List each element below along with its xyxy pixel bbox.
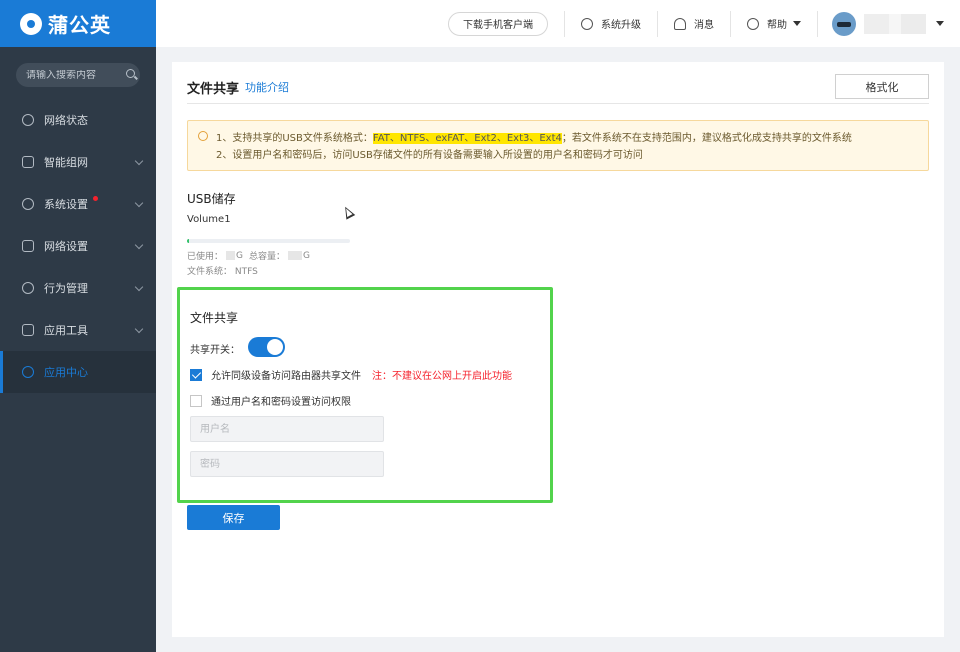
volume-name: Volume1 (187, 214, 231, 225)
share-toggle[interactable] (248, 337, 285, 357)
system-settings-icon (22, 198, 34, 210)
user-name-redacted[interactable] (864, 13, 926, 34)
sidebar-item-behavior-management[interactable]: 行为管理 (0, 267, 156, 309)
filesystem-value: NTFS (234, 267, 258, 277)
usage-progress-fill (187, 239, 189, 243)
page-title: 文件共享 (187, 82, 240, 97)
share-switch-label: 共享开关： (190, 345, 240, 356)
bell-icon (674, 17, 686, 30)
auth-label[interactable]: 通过用户名和密码设置访问权限 (211, 393, 351, 408)
sidebar-menu: 网络状态 智能组网 系统设置 网络设置 行为管理 应用工具 应用中心 (0, 99, 156, 393)
sidebar-item-label: 网络状态 (44, 114, 88, 127)
search-input[interactable] (26, 69, 126, 81)
logo-bar[interactable]: 蒲公英 (0, 0, 156, 47)
system-upgrade-button[interactable]: 系统升级 (565, 0, 657, 47)
usb-storage-title: USB储存 (187, 192, 236, 206)
behavior-management-icon (22, 282, 34, 294)
used-label: 已使用： (187, 252, 224, 262)
card-header: 文件共享 功能介绍 格式化 (187, 74, 929, 104)
app-tools-icon (22, 324, 34, 336)
sidebar-item-label: 应用工具 (44, 324, 88, 337)
allow-lan-row: 允许同级设备访问路由器共享文件 注：不建议在公网上开启此功能 (190, 367, 512, 382)
chevron-down-icon (134, 240, 144, 250)
sidebar-item-network-settings[interactable]: 网络设置 (0, 225, 156, 267)
auth-checkbox[interactable] (190, 394, 202, 407)
public-network-warning: 注：不建议在公网上开启此功能 (372, 371, 512, 382)
chevron-down-icon (134, 156, 144, 166)
messages-label: 消息 (694, 20, 714, 31)
sidebar-item-system-settings[interactable]: 系统设置 (0, 183, 156, 225)
password-field[interactable] (190, 451, 384, 477)
notice-line-1-prefix: 1、支持共享的USB文件系统格式： (216, 133, 373, 144)
allow-lan-checkbox[interactable] (190, 368, 202, 381)
usage-info: 已使用： G 总容量： G (187, 249, 310, 263)
top-bar: 下载手机客户端 系统升级 消息 帮助 (156, 0, 960, 47)
network-settings-icon (22, 240, 34, 252)
sidebar-item-smart-network[interactable]: 智能组网 (0, 141, 156, 183)
file-share-card: 文件共享 功能介绍 格式化 1、支持共享的USB文件系统格式：FAT、NTFS、… (172, 62, 944, 637)
sidebar-item-label: 行为管理 (44, 282, 88, 295)
allow-lan-label[interactable]: 允许同级设备访问路由器共享文件 (211, 367, 361, 382)
messages-button[interactable]: 消息 (658, 0, 730, 47)
notification-dot (93, 196, 98, 201)
supported-formats: FAT、NTFS、exFAT、Ext2、Ext3、Ext4 (372, 133, 562, 144)
brand-name: 蒲公英 (48, 13, 111, 37)
app-center-icon (22, 366, 34, 378)
notice-line-1-suffix: ；若文件系统不在支持范围内，建议格式化成支持共享的文件系统 (561, 133, 852, 144)
sidebar-item-app-tools[interactable]: 应用工具 (0, 309, 156, 351)
sidebar: 蒲公英 网络状态 智能组网 系统设置 网络设置 行为管理 (0, 0, 156, 652)
notice-line-2: 2、设置用户名和密码后，访问USB存储文件的所有设备需要输入所设置的用户名和密码… (216, 150, 643, 161)
username-field[interactable] (190, 416, 384, 442)
sidebar-item-app-center[interactable]: 应用中心 (0, 351, 156, 393)
system-upgrade-label: 系统升级 (601, 20, 641, 31)
account-caret-down-icon[interactable] (936, 21, 944, 26)
share-section-title: 文件共享 (190, 311, 239, 325)
feature-intro-link[interactable]: 功能介绍 (245, 79, 289, 95)
auth-row: 通过用户名和密码设置访问权限 (190, 393, 351, 408)
help-label: 帮助 (767, 20, 787, 31)
device-avatar[interactable] (832, 11, 856, 36)
toggle-knob (267, 339, 283, 355)
total-label: 总容量： (249, 252, 286, 262)
search-icon[interactable] (126, 69, 135, 81)
sidebar-item-label: 网络设置 (44, 240, 88, 253)
rocket-icon (581, 17, 593, 30)
used-unit: G (236, 250, 243, 261)
sidebar-search (16, 63, 140, 87)
smart-network-icon (22, 156, 34, 168)
notice-line-1: 1、支持共享的USB文件系统格式：FAT、NTFS、exFAT、Ext2、Ext… (216, 130, 928, 147)
save-button[interactable]: 保存 (187, 505, 280, 530)
question-circle-icon (747, 17, 759, 30)
format-button[interactable]: 格式化 (835, 74, 929, 99)
sidebar-item-label: 智能组网 (44, 156, 88, 169)
sidebar-item-label: 应用中心 (44, 366, 88, 379)
mouse-cursor-icon (340, 204, 356, 220)
filesystem-info: 文件系统： NTFS (187, 264, 258, 277)
dandelion-logo-icon (20, 12, 42, 35)
usage-progress-bar (187, 239, 350, 243)
used-value-redacted (226, 251, 236, 260)
notice-banner: 1、支持共享的USB文件系统格式：FAT、NTFS、exFAT、Ext2、Ext… (187, 120, 929, 171)
sidebar-item-label: 系统设置 (44, 198, 88, 211)
download-app-button[interactable]: 下载手机客户端 (448, 11, 548, 36)
network-status-icon (22, 114, 34, 126)
help-menu[interactable]: 帮助 (731, 0, 817, 47)
sidebar-item-network-status[interactable]: 网络状态 (0, 99, 156, 141)
total-unit: G (303, 250, 310, 261)
chevron-down-icon (134, 198, 144, 208)
total-value-redacted (288, 251, 303, 260)
divider (817, 10, 818, 37)
file-share-settings: 文件共享 共享开关： 允许同级设备访问路由器共享文件 注：不建议在公网上开启此功… (177, 287, 553, 503)
filesystem-label: 文件系统： (187, 267, 233, 277)
smile-icon (198, 131, 208, 141)
caret-down-icon (793, 21, 801, 26)
chevron-down-icon (134, 282, 144, 292)
chevron-down-icon (134, 324, 144, 334)
